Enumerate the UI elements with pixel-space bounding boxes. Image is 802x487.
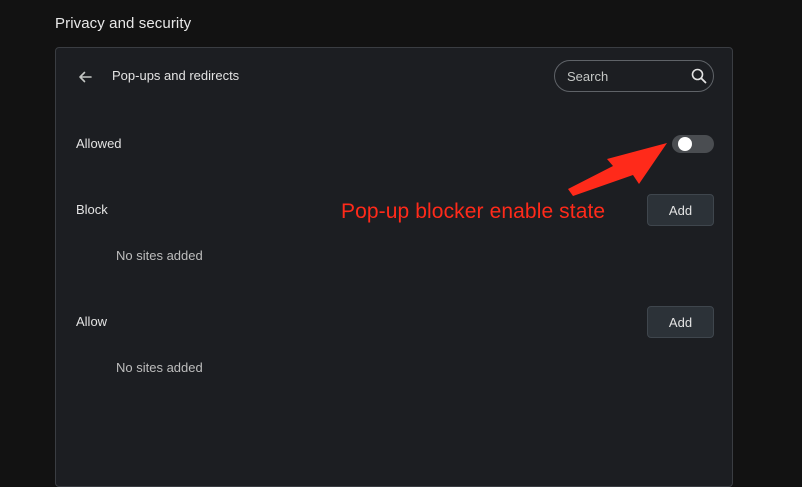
allow-add-button[interactable]: Add [647, 306, 714, 338]
section-heading: Privacy and security [55, 15, 192, 32]
block-label: Block [76, 202, 108, 217]
allow-empty-text: No sites added [116, 360, 203, 375]
allowed-label: Allowed [76, 136, 122, 151]
back-button[interactable] [73, 65, 97, 89]
search-icon[interactable] [691, 68, 707, 84]
annotation-text: Pop-up blocker enable state [341, 200, 606, 223]
search-input[interactable] [567, 61, 677, 91]
page-title: Pop-ups and redirects [112, 68, 240, 83]
block-empty-text: No sites added [116, 248, 203, 263]
arrow-back-icon [77, 69, 93, 85]
allow-label: Allow [76, 314, 108, 329]
toggle-knob [678, 137, 692, 151]
search-box[interactable] [554, 60, 714, 92]
popups-settings-card: Pop-ups and redirects Allowed Block Add … [55, 47, 733, 487]
annotation-arrow-icon [568, 143, 667, 196]
